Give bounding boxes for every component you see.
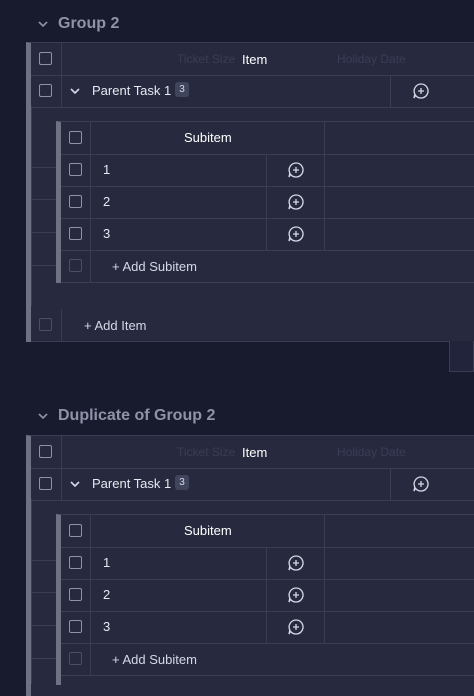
column-header-holiday-date: Holiday Date	[337, 52, 406, 66]
add-update-icon[interactable]	[412, 475, 430, 493]
subitem-name[interactable]: 1	[103, 555, 110, 570]
add-subitem-button[interactable]: + Add Subitem	[112, 652, 197, 667]
add-subitem-row[interactable]: + Add Subitem	[61, 643, 474, 676]
add-item-button[interactable]: + Add Item	[84, 318, 147, 333]
group-header[interactable]: Group 2	[36, 15, 119, 33]
subitems-header-row: Subitem	[61, 515, 474, 548]
select-all-checkbox[interactable]	[39, 445, 52, 458]
column-header-subitem[interactable]: Subitem	[184, 130, 232, 145]
column-header-ticket-size: Ticket Size	[177, 445, 236, 459]
parent-task-name[interactable]: Parent Task 1	[92, 476, 171, 491]
subitem-count-badge[interactable]: 3	[175, 82, 189, 97]
chevron-down-icon[interactable]	[36, 409, 50, 423]
subitem-checkbox[interactable]	[69, 620, 82, 633]
subitem-row[interactable]: 3	[61, 611, 474, 644]
subitems-header-row: Subitem	[61, 122, 474, 155]
add-subitem-checkbox	[69, 259, 82, 272]
chevron-down-icon[interactable]	[68, 84, 82, 98]
group-title[interactable]: Duplicate of Group 2	[58, 407, 215, 425]
summary-cell	[449, 341, 474, 372]
subitem-row[interactable]: 2	[61, 579, 474, 612]
table-header-row: Ticket Size Item Holiday Date	[31, 436, 474, 469]
row-checkbox[interactable]	[39, 477, 52, 490]
add-subitem-button[interactable]: + Add Subitem	[112, 259, 197, 274]
subitem-row[interactable]: 2	[61, 186, 474, 219]
add-update-icon[interactable]	[287, 225, 305, 243]
column-header-holiday-date: Holiday Date	[337, 445, 406, 459]
add-update-icon[interactable]	[287, 618, 305, 636]
table-row[interactable]: Parent Task 1 3	[31, 75, 474, 108]
add-subitem-checkbox	[69, 652, 82, 665]
add-update-icon[interactable]	[287, 193, 305, 211]
subitem-checkbox[interactable]	[69, 556, 82, 569]
add-update-icon[interactable]	[287, 161, 305, 179]
subitem-count-badge[interactable]: 3	[175, 475, 189, 490]
column-header-item[interactable]: Item	[242, 52, 267, 67]
subitem-name[interactable]: 2	[103, 194, 110, 209]
select-all-checkbox[interactable]	[39, 52, 52, 65]
subitem-checkbox[interactable]	[69, 195, 82, 208]
subitem-checkbox[interactable]	[69, 163, 82, 176]
subitem-name[interactable]: 3	[103, 226, 110, 241]
column-header-subitem[interactable]: Subitem	[184, 523, 232, 538]
add-update-icon[interactable]	[412, 82, 430, 100]
subitem-row[interactable]: 1	[61, 547, 474, 580]
add-item-checkbox	[39, 318, 52, 331]
column-header-ticket-size: Ticket Size	[177, 52, 236, 66]
subitem-name[interactable]: 3	[103, 619, 110, 634]
subitem-name[interactable]: 1	[103, 162, 110, 177]
select-all-subitems-checkbox[interactable]	[69, 524, 82, 537]
add-update-icon[interactable]	[287, 586, 305, 604]
subitem-row[interactable]: 3	[61, 218, 474, 251]
table-row[interactable]: Parent Task 1 3	[31, 468, 474, 501]
chevron-down-icon[interactable]	[68, 477, 82, 491]
subitem-checkbox[interactable]	[69, 227, 82, 240]
row-checkbox[interactable]	[39, 84, 52, 97]
column-header-item[interactable]: Item	[242, 445, 267, 460]
add-item-row[interactable]: + Add Item	[31, 309, 474, 342]
subitem-name[interactable]: 2	[103, 587, 110, 602]
group-title[interactable]: Group 2	[58, 15, 119, 33]
subitem-checkbox[interactable]	[69, 588, 82, 601]
subitem-row[interactable]: 1	[61, 154, 474, 187]
select-all-subitems-checkbox[interactable]	[69, 131, 82, 144]
group-header[interactable]: Duplicate of Group 2	[36, 407, 215, 425]
add-subitem-row[interactable]: + Add Subitem	[61, 250, 474, 283]
chevron-down-icon[interactable]	[36, 17, 50, 31]
subitems-table: Subitem 1 2 3 + Add Subitem	[56, 121, 474, 283]
add-update-icon[interactable]	[287, 554, 305, 572]
subitems-table: Subitem 1 2 3 + Add Subitem	[56, 514, 474, 685]
table-header-row: Ticket Size Item Holiday Date	[31, 43, 474, 76]
parent-task-name[interactable]: Parent Task 1	[92, 83, 171, 98]
